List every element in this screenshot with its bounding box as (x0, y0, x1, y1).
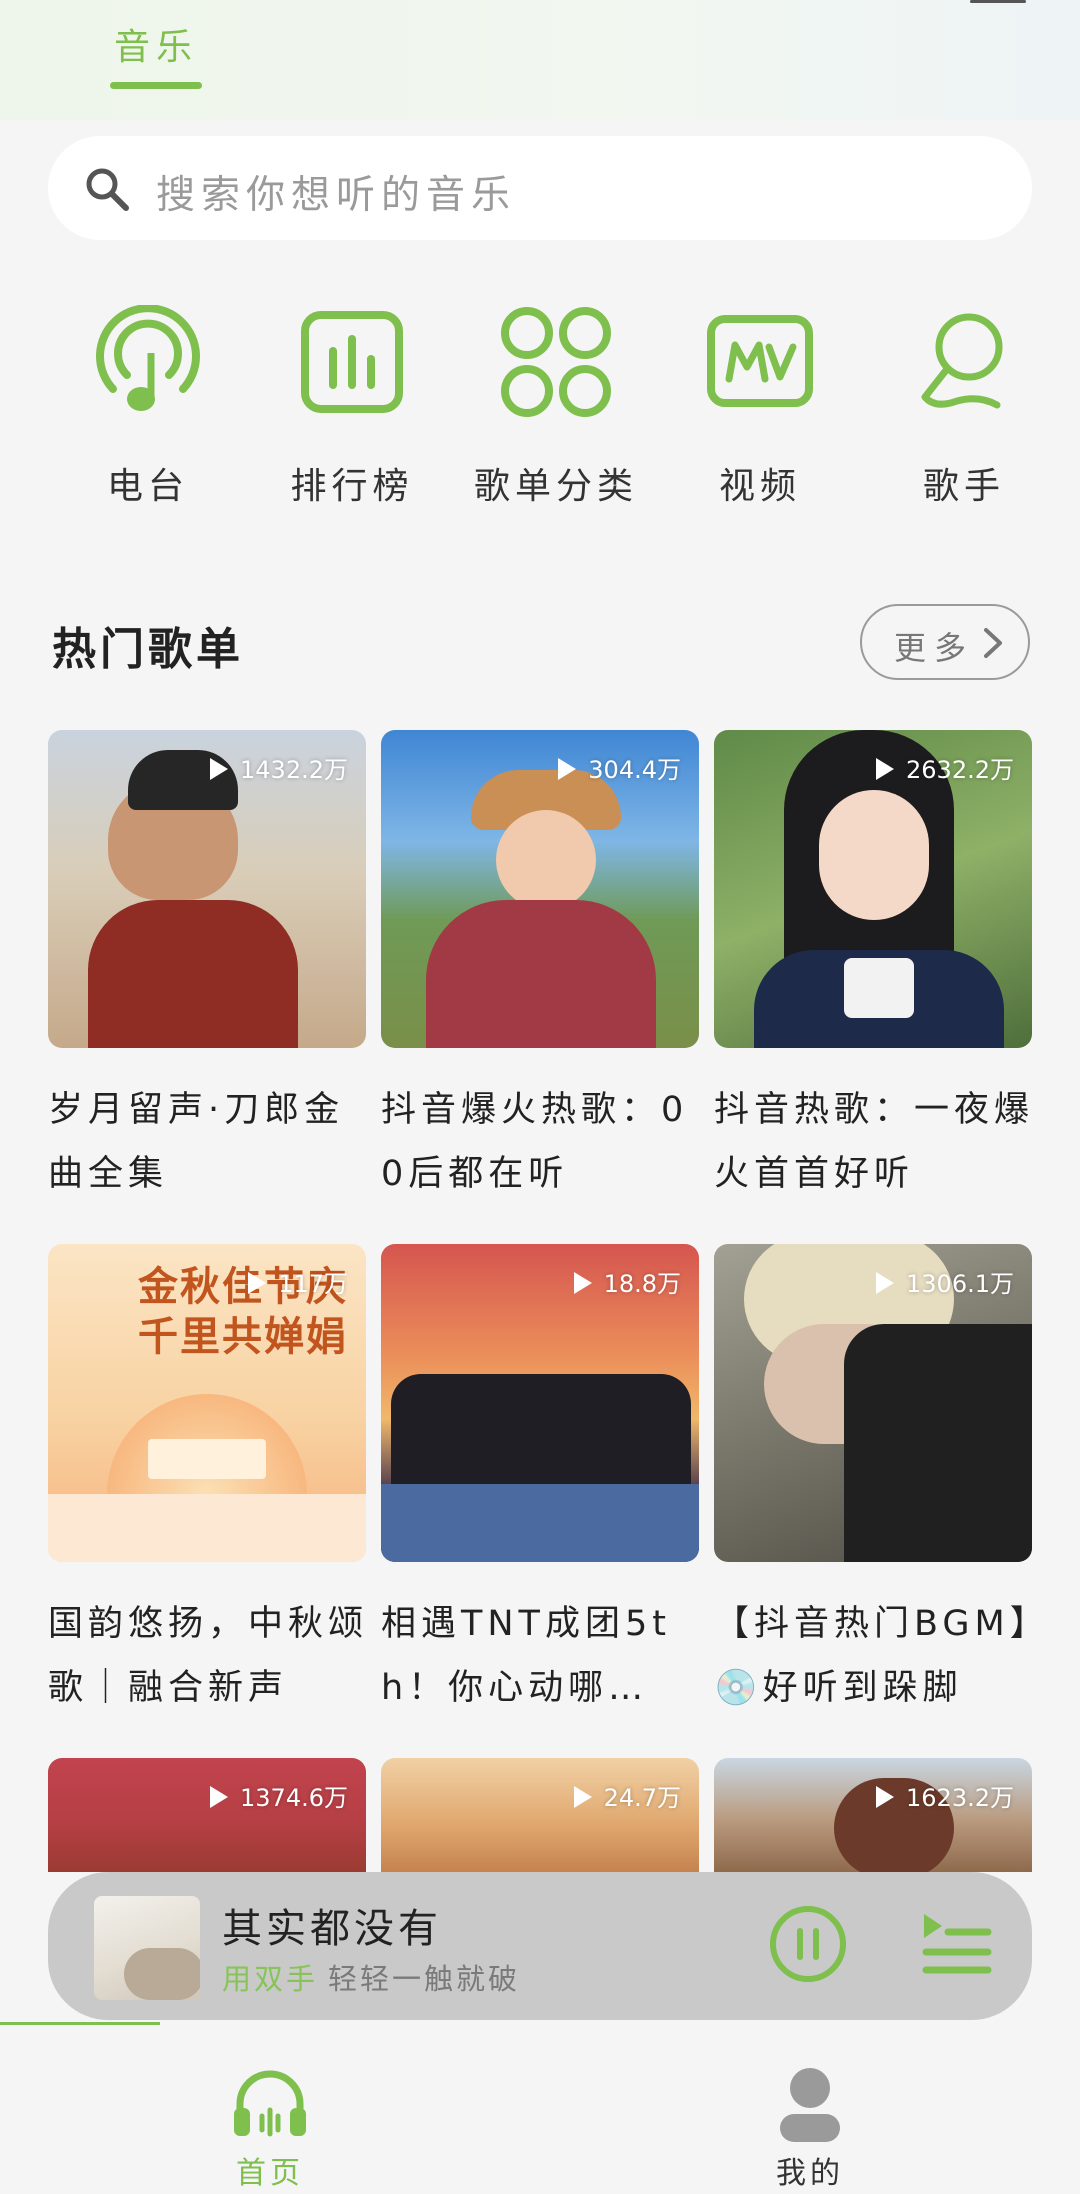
play-icon (558, 758, 577, 780)
category-playlist-types[interactable]: 歌单分类 (454, 305, 654, 507)
more-label: 更多 (894, 629, 975, 667)
playlist-cover[interactable]: 304.4万 (381, 730, 699, 1048)
play-count: 1306.1万 (876, 1264, 1014, 1299)
now-playing-cover[interactable] (94, 1896, 200, 2000)
playlist-title: 岁月留声·刀郎金曲全集 (48, 1090, 345, 1194)
play-count: 117万 (248, 1264, 348, 1299)
now-playing-title: 其实都没有 (222, 1906, 442, 1952)
category-video[interactable]: 视频 (658, 305, 858, 507)
chevron-right-icon (984, 628, 1002, 658)
chart-icon (301, 311, 403, 413)
playlist-card[interactable]: 24.7万 (381, 1758, 699, 1872)
playlist-cover[interactable]: 2632.2万 (714, 730, 1032, 1048)
playlist-title: 相遇TNT成团5th！你心动哪… (381, 1604, 671, 1708)
category-singer[interactable]: 歌手 (862, 305, 1062, 507)
category-label: 视频 (718, 466, 801, 507)
playlist-title: 抖音热歌：一夜爆火首首好听 (714, 1090, 1035, 1194)
playlist-cover[interactable]: 24.7万 (381, 1758, 699, 1872)
play-count: 24.7万 (573, 1778, 681, 1813)
play-icon (876, 1272, 895, 1294)
playlist-cover[interactable]: 1374.6万 (48, 1758, 366, 1872)
playlist-card[interactable]: 金秋佳节庆 千里共婵娟 117万 国韵悠扬，中秋颂歌｜融合新声 (48, 1244, 366, 1720)
play-count: 1623.2万 (876, 1778, 1014, 1813)
now-playing-lyric-highlight: 用双手 (222, 1962, 319, 1996)
search-icon (86, 168, 129, 211)
playlist-card[interactable]: 2632.2万 抖音热歌：一夜爆火首首好听 (714, 730, 1032, 1206)
playlist-card[interactable]: 1306.1万 【抖音热门BGM】💿好听到跺脚 (714, 1244, 1032, 1720)
category-radio[interactable]: 电台 (46, 305, 246, 507)
top-header: 音乐 (0, 0, 1080, 120)
playback-progress (0, 2022, 160, 2025)
play-icon (573, 1272, 592, 1294)
mini-player[interactable]: 其实都没有 用双手 轻轻一触就破 (48, 1872, 1032, 2020)
play-icon (876, 758, 895, 780)
category-label: 电台 (106, 466, 189, 507)
playlist-cover[interactable]: 1623.2万 (714, 1758, 1032, 1872)
category-label: 歌手 (922, 466, 1005, 507)
search-input[interactable]: 搜索你想听的音乐 (48, 136, 1032, 240)
user-icon (780, 2068, 840, 2142)
category-chart[interactable]: 排行榜 (250, 305, 450, 507)
playlist-card[interactable]: 18.8万 相遇TNT成团5th！你心动哪… (381, 1244, 699, 1720)
grid-icon (501, 307, 611, 417)
search-placeholder: 搜索你想听的音乐 (156, 173, 517, 218)
status-bar-mark (970, 0, 1026, 3)
play-icon (210, 1786, 229, 1808)
play-icon (876, 1786, 895, 1808)
more-button[interactable]: 更多 (860, 604, 1030, 680)
nav-home[interactable]: 首页 (190, 2038, 350, 2191)
mv-icon (707, 315, 813, 407)
playlist-title: 抖音爆火热歌：00后都在听 (381, 1090, 689, 1194)
playlist-card[interactable]: 304.4万 抖音爆火热歌：00后都在听 (381, 730, 699, 1206)
category-label: 排行榜 (290, 466, 414, 507)
nav-mine[interactable]: 我的 (730, 2038, 890, 2191)
section-title-hot-playlists: 热门歌单 (52, 624, 244, 675)
now-playing-lyric: 轻轻一触就破 (328, 1962, 521, 1996)
playlist-cover[interactable]: 18.8万 (381, 1244, 699, 1562)
nav-home-label: 首页 (236, 2156, 304, 2191)
play-count: 1374.6万 (210, 1778, 348, 1813)
play-icon (248, 1272, 267, 1294)
nav-mine-label: 我的 (776, 2156, 844, 2191)
singer-icon (921, 313, 1003, 409)
play-icon (573, 1786, 592, 1808)
playlist-title: 国韵悠扬，中秋颂歌｜融合新声 (48, 1604, 369, 1708)
cover-text: 千里共婵娟 (138, 1313, 348, 1360)
play-count: 18.8万 (573, 1264, 681, 1299)
headphones-icon (234, 2070, 306, 2137)
playlist-card[interactable]: 1623.2万 (714, 1758, 1032, 1872)
play-count: 1432.2万 (210, 750, 348, 785)
category-label: 歌单分类 (473, 466, 638, 507)
play-count: 2632.2万 (876, 750, 1014, 785)
play-count: 304.4万 (558, 750, 681, 785)
bottom-nav: 首页 我的 (0, 2022, 1080, 2194)
playlist-cover[interactable]: 1306.1万 (714, 1244, 1032, 1562)
playlist-queue-icon[interactable] (920, 1908, 992, 1980)
playlist-card[interactable]: 1374.6万 (48, 1758, 366, 1872)
playlist-cover[interactable]: 1432.2万 (48, 730, 366, 1048)
playlist-title: 【抖音热门BGM】💿好听到跺脚 (714, 1604, 1033, 1708)
pause-icon[interactable] (768, 1904, 848, 1984)
radio-icon (96, 305, 200, 411)
tab-indicator (110, 82, 202, 89)
playlist-cover[interactable]: 金秋佳节庆 千里共婵娟 117万 (48, 1244, 366, 1562)
play-icon (210, 758, 229, 780)
tab-music[interactable]: 音乐 (110, 18, 202, 70)
playlist-card[interactable]: 1432.2万 岁月留声·刀郎金曲全集 (48, 730, 366, 1206)
